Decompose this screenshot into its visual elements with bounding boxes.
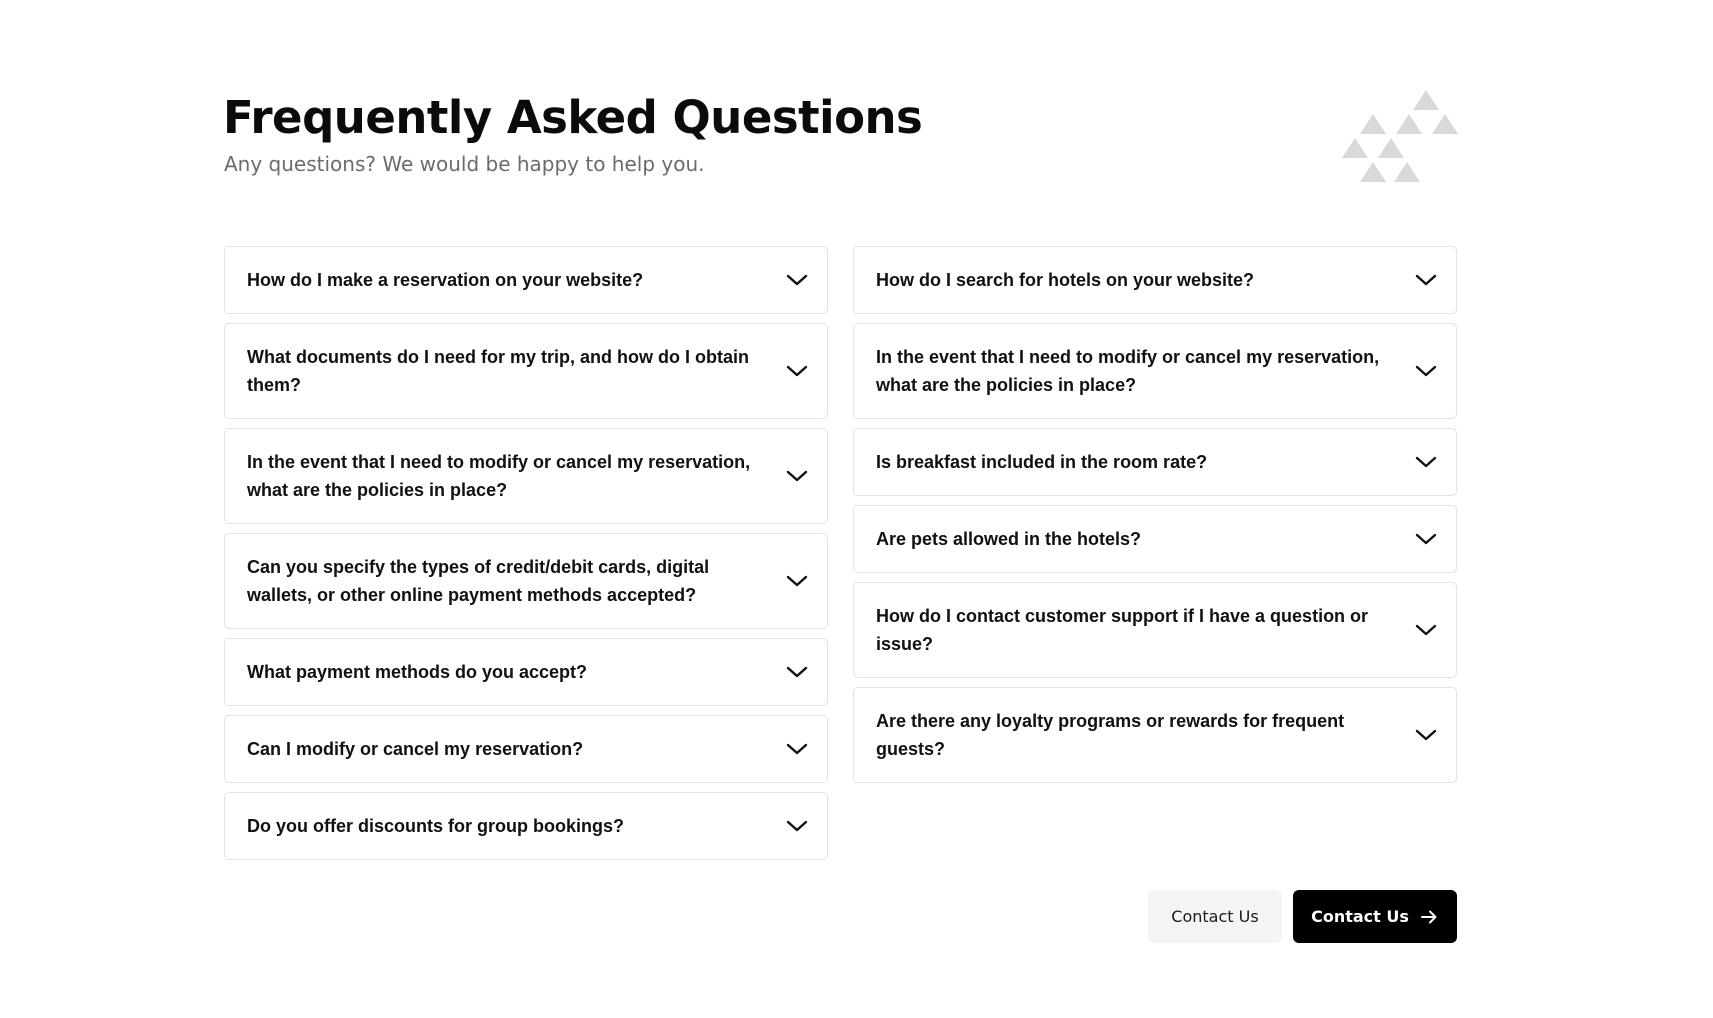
chevron-down-icon[interactable] bbox=[785, 359, 809, 383]
faq-question: Do you offer discounts for group booking… bbox=[247, 816, 624, 836]
chevron-down-icon[interactable] bbox=[785, 660, 809, 684]
faq-item[interactable]: Can I modify or cancel my reservation? bbox=[224, 715, 828, 783]
faq-item[interactable]: How do I search for hotels on your websi… bbox=[853, 246, 1457, 314]
faq-question: What payment methods do you accept? bbox=[247, 662, 588, 682]
faq-question: In the event that I need to modify or ca… bbox=[876, 347, 1380, 395]
faq-item[interactable]: How do I contact customer support if I h… bbox=[853, 582, 1457, 678]
contact-us-primary-label: Contact Us bbox=[1311, 907, 1409, 926]
faq-item[interactable]: How do I make a reservation on your webs… bbox=[224, 246, 828, 314]
faq-question: In the event that I need to modify or ca… bbox=[247, 452, 751, 500]
chevron-down-icon[interactable] bbox=[785, 464, 809, 488]
faq-item[interactable]: Can you specify the types of credit/debi… bbox=[224, 533, 828, 629]
triangles-pattern-icon bbox=[1342, 90, 1458, 182]
chevron-down-icon[interactable] bbox=[785, 569, 809, 593]
faq-item[interactable]: Is breakfast included in the room rate? bbox=[853, 428, 1457, 496]
chevron-down-icon[interactable] bbox=[1414, 618, 1438, 642]
contact-us-secondary-label: Contact Us bbox=[1171, 907, 1259, 926]
faq-item[interactable]: In the event that I need to modify or ca… bbox=[853, 323, 1457, 419]
faq-question: Are there any loyalty programs or reward… bbox=[876, 711, 1345, 759]
arrow-right-icon bbox=[1419, 907, 1439, 927]
chevron-down-icon[interactable] bbox=[1414, 527, 1438, 551]
chevron-down-icon[interactable] bbox=[1414, 359, 1438, 383]
faq-question: Can I modify or cancel my reservation? bbox=[247, 739, 584, 759]
faq-question: How do I contact customer support if I h… bbox=[876, 606, 1369, 654]
contact-actions: Contact Us Contact Us bbox=[1148, 890, 1457, 943]
chevron-down-icon[interactable] bbox=[1414, 450, 1438, 474]
page-subtitle: Any questions? We would be happy to help… bbox=[224, 152, 705, 176]
contact-us-primary-button[interactable]: Contact Us bbox=[1293, 890, 1457, 943]
chevron-down-icon[interactable] bbox=[785, 814, 809, 838]
chevron-down-icon[interactable] bbox=[1414, 723, 1438, 747]
faq-question: Is breakfast included in the room rate? bbox=[876, 452, 1208, 472]
chevron-down-icon[interactable] bbox=[1414, 268, 1438, 292]
page-title: Frequently Asked Questions bbox=[223, 91, 923, 144]
faq-question: Can you specify the types of credit/debi… bbox=[247, 557, 710, 605]
faq-question: What documents do I need for my trip, an… bbox=[247, 347, 749, 395]
faq-item[interactable]: Are pets allowed in the hotels? bbox=[853, 505, 1457, 573]
chevron-down-icon[interactable] bbox=[785, 737, 809, 761]
faq-item[interactable]: What documents do I need for my trip, an… bbox=[224, 323, 828, 419]
faq-column-left: How do I make a reservation on your webs… bbox=[224, 246, 828, 860]
faq-question: Are pets allowed in the hotels? bbox=[876, 529, 1142, 549]
faq-question: How do I search for hotels on your websi… bbox=[876, 270, 1255, 290]
faq-question: How do I make a reservation on your webs… bbox=[247, 270, 644, 290]
chevron-down-icon[interactable] bbox=[785, 268, 809, 292]
faq-item[interactable]: What payment methods do you accept? bbox=[224, 638, 828, 706]
faq-item[interactable]: In the event that I need to modify or ca… bbox=[224, 428, 828, 524]
faq-item[interactable]: Do you offer discounts for group booking… bbox=[224, 792, 828, 860]
faq-item[interactable]: Are there any loyalty programs or reward… bbox=[853, 687, 1457, 783]
faq-column-right: How do I search for hotels on your websi… bbox=[853, 246, 1457, 783]
contact-us-secondary-button[interactable]: Contact Us bbox=[1148, 890, 1282, 943]
